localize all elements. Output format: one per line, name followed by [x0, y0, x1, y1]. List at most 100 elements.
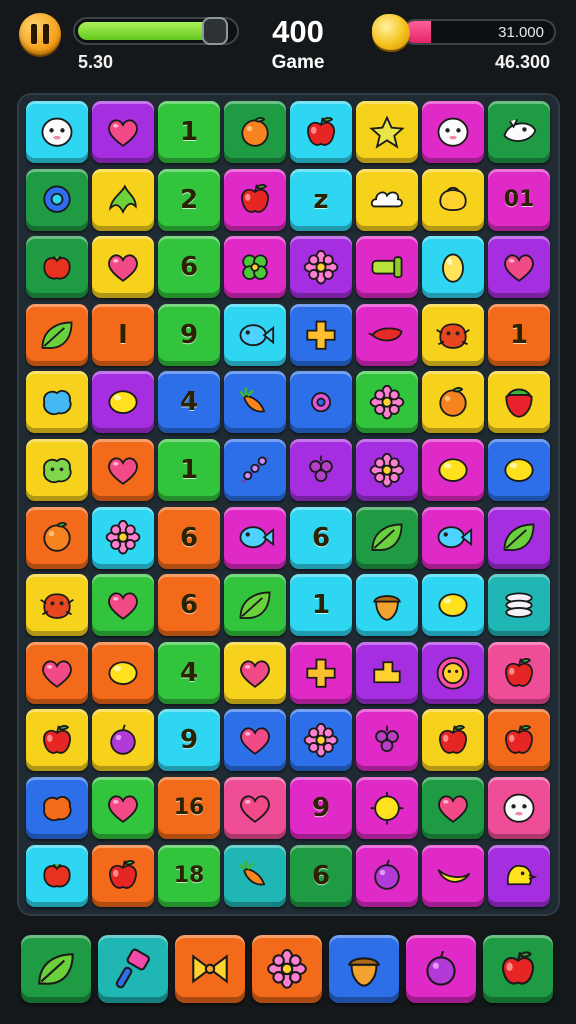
board-tile[interactable]: [488, 844, 550, 907]
booster-slot[interactable]: [483, 935, 553, 1003]
board-tile[interactable]: [422, 236, 484, 299]
board-tile[interactable]: 4: [158, 641, 220, 704]
board-tile[interactable]: [290, 303, 352, 366]
board-tile[interactable]: [224, 506, 286, 569]
board-tile[interactable]: [422, 371, 484, 434]
board-tile[interactable]: 9: [158, 709, 220, 772]
board-tile[interactable]: [224, 709, 286, 772]
board-tile[interactable]: [356, 709, 418, 772]
board-tile[interactable]: [422, 506, 484, 569]
board-tile[interactable]: [488, 439, 550, 501]
board-tile[interactable]: [92, 371, 154, 434]
board-tile[interactable]: [290, 101, 352, 163]
board-tile[interactable]: 9: [290, 777, 352, 839]
pause-button[interactable]: [19, 13, 61, 55]
board-tile[interactable]: [488, 574, 550, 637]
board-tile[interactable]: [290, 709, 352, 772]
board-tile[interactable]: [290, 439, 352, 501]
board-tile[interactable]: 6: [158, 574, 220, 637]
board-tile[interactable]: [26, 303, 88, 366]
board-tile[interactable]: [92, 236, 154, 299]
board-tile[interactable]: [422, 303, 484, 366]
board-tile[interactable]: [422, 844, 484, 907]
board-tile[interactable]: [26, 371, 88, 434]
board-tile[interactable]: [26, 101, 88, 163]
board-tile[interactable]: [422, 777, 484, 839]
board-tile[interactable]: [422, 101, 484, 163]
board-tile[interactable]: 6: [158, 506, 220, 569]
board-tile[interactable]: [290, 236, 352, 299]
booster-slot[interactable]: [98, 935, 168, 1003]
board-tile[interactable]: [488, 101, 550, 163]
board-tile[interactable]: [422, 574, 484, 637]
board-tile[interactable]: [356, 168, 418, 231]
board-tile[interactable]: [26, 506, 88, 569]
board-tile[interactable]: [92, 439, 154, 501]
board-tile[interactable]: [26, 439, 88, 501]
board-tile[interactable]: [224, 101, 286, 163]
booster-slot[interactable]: [252, 935, 322, 1003]
board-tile[interactable]: [224, 641, 286, 704]
board-tile[interactable]: 01: [488, 168, 550, 231]
board-tile[interactable]: [92, 506, 154, 569]
board-tile[interactable]: [26, 777, 88, 839]
board-tile[interactable]: [92, 574, 154, 637]
board-tile[interactable]: 16: [158, 777, 220, 839]
board-tile[interactable]: [224, 168, 286, 231]
board-tile[interactable]: [488, 371, 550, 434]
board-tile[interactable]: 2: [158, 168, 220, 231]
board-tile[interactable]: [488, 777, 550, 839]
board-tile[interactable]: 1: [290, 574, 352, 637]
board-tile[interactable]: [422, 641, 484, 704]
board-tile[interactable]: [224, 439, 286, 501]
board-tile[interactable]: [356, 371, 418, 434]
board-tile[interactable]: 6: [290, 844, 352, 907]
board-tile[interactable]: [26, 236, 88, 299]
board-tile[interactable]: [26, 574, 88, 637]
board-tile[interactable]: [488, 506, 550, 569]
board-tile[interactable]: [356, 844, 418, 907]
board-tile[interactable]: [92, 101, 154, 163]
board-tile[interactable]: [92, 641, 154, 704]
booster-slot[interactable]: [21, 935, 91, 1003]
board-tile[interactable]: [422, 439, 484, 501]
board-tile[interactable]: [356, 777, 418, 839]
board-tile[interactable]: [290, 641, 352, 704]
board-tile[interactable]: [92, 777, 154, 839]
board-tile[interactable]: [356, 439, 418, 501]
board-tile[interactable]: [224, 371, 286, 434]
board-tile[interactable]: 1: [158, 101, 220, 163]
board-tile[interactable]: [356, 101, 418, 163]
board-tile[interactable]: I: [92, 303, 154, 366]
board-tile[interactable]: [488, 641, 550, 704]
board-tile[interactable]: [356, 641, 418, 704]
board-tile[interactable]: [224, 844, 286, 907]
board-tile[interactable]: [356, 506, 418, 569]
board-tile[interactable]: [356, 574, 418, 637]
board-tile[interactable]: [92, 709, 154, 772]
board-tile[interactable]: [356, 303, 418, 366]
board-tile[interactable]: z: [290, 168, 352, 231]
board-tile[interactable]: [26, 641, 88, 704]
board-tile[interactable]: 4: [158, 371, 220, 434]
board-tile[interactable]: [422, 168, 484, 231]
board-tile[interactable]: [92, 168, 154, 231]
board-tile[interactable]: 6: [290, 506, 352, 569]
board-tile[interactable]: [26, 168, 88, 231]
booster-slot[interactable]: [175, 935, 245, 1003]
board-tile[interactable]: [224, 236, 286, 299]
board-tile[interactable]: [224, 777, 286, 839]
board-tile[interactable]: [92, 844, 154, 907]
board-tile[interactable]: 18: [158, 844, 220, 907]
board-tile[interactable]: [422, 709, 484, 772]
board-tile[interactable]: 6: [158, 236, 220, 299]
board-tile[interactable]: 1: [488, 303, 550, 366]
board-tile[interactable]: [26, 709, 88, 772]
board-tile[interactable]: 1: [158, 439, 220, 501]
board-tile[interactable]: [356, 236, 418, 299]
board-tile[interactable]: [224, 303, 286, 366]
board-tile[interactable]: [290, 371, 352, 434]
board-tile[interactable]: [488, 709, 550, 772]
board-tile[interactable]: 9: [158, 303, 220, 366]
booster-slot[interactable]: [329, 935, 399, 1003]
